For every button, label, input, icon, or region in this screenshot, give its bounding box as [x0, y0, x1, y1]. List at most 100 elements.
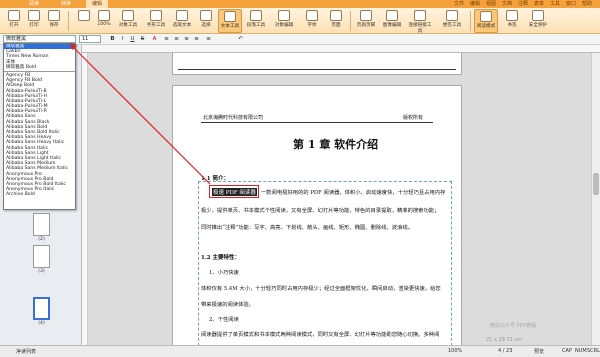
font-select[interactable]: 微软雅黑: [3, 35, 76, 43]
line-spacing-button[interactable]: ≡: [204, 35, 213, 43]
menu-file[interactable]: 文件: [454, 0, 464, 8]
menu-tools[interactable]: 工具: [550, 0, 560, 8]
strikethrough-button[interactable]: S: [138, 35, 147, 43]
font-color-button[interactable]: A: [150, 35, 159, 43]
italic-button[interactable]: I: [118, 35, 127, 43]
scroll-lock-indicator: SCRL: [587, 348, 600, 354]
magnifier-icon: [78, 10, 90, 21]
zoom-icon: [98, 10, 110, 21]
hand-tool-button[interactable]: 手形工具: [144, 9, 168, 33]
chapter-title: 第 1 章 软件介绍: [293, 138, 379, 151]
folder-icon: [8, 10, 20, 21]
shield-icon: [532, 10, 544, 21]
bookmark-icon: [506, 10, 518, 21]
header-icon: [360, 10, 372, 21]
page-indicator[interactable]: 4 / 23: [498, 348, 512, 354]
view-mode: 预览: [534, 349, 545, 355]
text-edit-frame[interactable]: [198, 181, 452, 346]
footer-line: [178, 69, 456, 70]
font-option[interactable]: Alibaba Sans Medium Italic: [4, 166, 75, 171]
image-edit-button[interactable]: 图像编辑: [380, 9, 404, 33]
menu-view[interactable]: 视图: [486, 0, 496, 8]
font-button[interactable]: 字体: [300, 9, 324, 33]
page-header-right: 版权所有: [403, 115, 424, 121]
tab-convert[interactable]: 转换: [56, 0, 76, 8]
read-mode-button[interactable]: 阅读模式: [474, 9, 498, 33]
page-icon: [330, 10, 342, 21]
page-button[interactable]: 页面: [324, 9, 348, 33]
font-dropdown-list: 微软雅黑 Calibri Times New Roman 宋体 微软雅黑 Bol…: [3, 43, 76, 210]
separator: [470, 11, 471, 31]
underline-button[interactable]: U: [128, 35, 137, 43]
watermark: 微信公众号 PDF教程: [490, 323, 537, 329]
image-icon: [386, 10, 398, 21]
menu-help[interactable]: 帮助: [582, 0, 592, 8]
menu-window[interactable]: 窗口: [566, 0, 576, 8]
previous-page-bottom: [172, 53, 462, 75]
menu-form[interactable]: 表单: [534, 0, 544, 8]
note-tool-button[interactable]: 便签工具: [440, 9, 464, 33]
align-right-button[interactable]: ≡: [182, 35, 191, 43]
thumbnail-label: (3): [38, 269, 45, 274]
menu-document[interactable]: 文档: [502, 0, 512, 8]
menu-edit[interactable]: 编辑: [470, 0, 480, 8]
printer-icon: [28, 10, 40, 21]
status-text: 净读列表: [16, 349, 37, 355]
bold-button[interactable]: B: [108, 35, 117, 43]
page-header-left: 北京海腾时代科技有限公司: [203, 115, 264, 121]
ribbon-toolbar: 打开 打印 保存 100% 对象工具 手形工具 选取文本 选择 文本工具 段落工…: [0, 8, 600, 34]
caps-lock-indicator: CAP: [562, 348, 572, 354]
font-option[interactable]: Archivo Bold: [4, 192, 75, 197]
select-text-button[interactable]: 选取文本: [170, 9, 194, 33]
bookmark-button[interactable]: 书签: [500, 9, 524, 33]
page-thumbnail-current[interactable]: [33, 297, 50, 320]
floppy-icon: [48, 10, 60, 21]
arrow-icon: [200, 10, 212, 21]
status-bar: 净读列表 100% 4 / 23 21 x 29.71 cm 预览 CAP NU…: [0, 337, 600, 357]
note-icon: [446, 10, 458, 21]
header-footer-button[interactable]: 页眉页脚: [354, 9, 378, 33]
title-bar: 阅读 转换 编辑 文件 编辑 视图 文档 注释 表单 工具 窗口 帮助: [0, 0, 600, 8]
thumbnail-label: (2): [38, 237, 45, 242]
text-select-icon: [176, 10, 188, 21]
page-thumbnail[interactable]: [33, 213, 50, 236]
object-icon: [278, 10, 290, 21]
tab-edit[interactable]: 编辑: [86, 0, 108, 8]
security-button[interactable]: 安全保护: [526, 9, 550, 33]
hand-icon: [150, 10, 162, 21]
text-t-icon: [224, 11, 236, 22]
object-edit-button[interactable]: 对象编辑: [272, 9, 296, 33]
link-tool-button[interactable]: 连接链接工具: [408, 9, 432, 34]
select-button[interactable]: 选择: [194, 9, 218, 33]
header-line: [201, 122, 433, 123]
scrollbar-thumb[interactable]: [593, 173, 599, 195]
font-size-select[interactable]: 11: [79, 35, 101, 43]
menu-annotate[interactable]: 注释: [518, 0, 528, 8]
separator: [350, 11, 351, 31]
paragraph-icon: [250, 10, 262, 21]
page-thumbnail[interactable]: [33, 245, 50, 268]
link-icon: [414, 10, 426, 21]
horizontal-ruler: [82, 45, 600, 53]
undo-button[interactable]: ↶: [236, 35, 245, 43]
align-center-button[interactable]: ≡: [172, 35, 181, 43]
tab-read[interactable]: 阅读: [24, 0, 44, 8]
cursor-icon: [122, 10, 134, 21]
save-button[interactable]: 保存: [42, 9, 66, 33]
align-left-button[interactable]: ≡: [162, 35, 171, 43]
page-dimensions: 21 x 29.71 cm: [486, 337, 523, 343]
text-tool-button[interactable]: 文本工具: [218, 9, 242, 33]
zoom-level[interactable]: 100%: [448, 348, 462, 354]
font-option[interactable]: 微软雅黑 Bold: [4, 65, 75, 70]
zoom-level-button[interactable]: 100%: [92, 9, 116, 33]
list-divider: [4, 70, 75, 72]
document-page: 北京海腾时代科技有限公司 版权所有 第 1 章 软件介绍 1.1 简介： 极速 …: [172, 85, 462, 347]
paragraph-tool-button[interactable]: 段落工具: [244, 9, 268, 33]
thumbnail-label: (4): [38, 321, 45, 326]
font-icon: [306, 10, 318, 21]
font-option-group: Agency FB Agency FB Bold AlDeep Bold Alibab…: [4, 73, 75, 198]
vertical-scrollbar[interactable]: [591, 53, 600, 345]
read-icon: [480, 11, 492, 22]
object-tool-button[interactable]: 对象工具: [116, 9, 140, 33]
justify-button[interactable]: ≡: [192, 35, 201, 43]
